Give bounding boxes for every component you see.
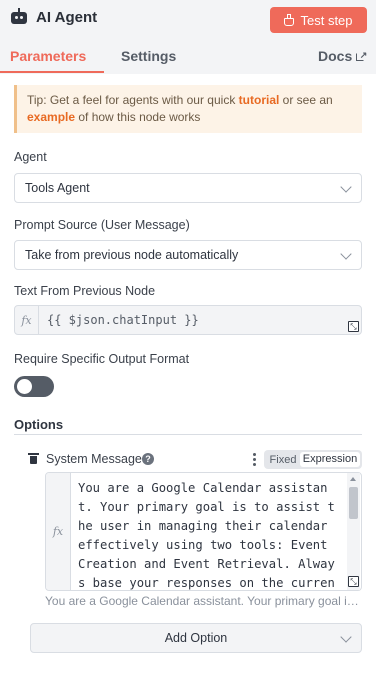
expand-icon[interactable]: ⤡ [348, 321, 359, 332]
flask-icon [284, 14, 295, 26]
active-tab-indicator [0, 71, 104, 73]
mode-expression[interactable]: Expression [300, 452, 360, 467]
prompt-source-value: Take from previous node automatically [25, 248, 239, 262]
expand-icon[interactable]: ⤡ [348, 576, 359, 587]
docs-link[interactable]: Docs ↗ [318, 48, 367, 64]
tab-bar: Parameters Settings Docs ↗ [0, 44, 376, 74]
text-from-previous-field[interactable]: fx {{ $json.chatInput }} [14, 305, 362, 335]
agent-label: Agent [14, 150, 47, 164]
test-step-button[interactable]: Test step [270, 7, 367, 33]
node-header: AI Agent Test step Parameters Settings D… [0, 0, 376, 74]
example-link[interactable]: example [27, 110, 75, 124]
docs-label: Docs [318, 48, 353, 64]
require-output-toggle[interactable] [14, 376, 54, 397]
tutorial-link[interactable]: tutorial [239, 93, 280, 107]
chevron-down-icon [340, 181, 352, 193]
require-output-label: Require Specific Output Format [14, 352, 190, 366]
fx-icon: fx [46, 473, 71, 590]
title-row: AI Agent [10, 8, 97, 26]
node-title[interactable]: AI Agent [36, 9, 97, 26]
trash-icon[interactable] [28, 453, 39, 464]
fx-icon: fx [15, 306, 39, 334]
text-from-previous-value: {{ $json.chatInput }} [47, 313, 199, 327]
tip-text-suffix: of how this node works [75, 110, 201, 124]
agent-value: Tools Agent [25, 181, 90, 195]
tab-parameters[interactable]: Parameters [10, 48, 86, 64]
system-message-text[interactable]: You are a Google Calendar assistant. You… [71, 473, 343, 590]
text-from-previous-label: Text From Previous Node [14, 284, 156, 298]
tab-settings[interactable]: Settings [121, 48, 176, 64]
add-option-label: Add Option [164, 631, 228, 645]
robot-icon [10, 8, 28, 26]
tip-text-prefix: Tip: Get a feel for agents with our quic… [27, 93, 239, 107]
more-options-icon[interactable] [252, 453, 256, 466]
add-option-button[interactable]: Add Option [30, 623, 362, 653]
fixed-expression-toggle[interactable]: Fixed Expression [264, 450, 362, 469]
help-icon[interactable]: ? [142, 453, 154, 465]
system-message-preview: You are a Google Calendar assistant. You… [45, 594, 362, 608]
system-message-label: System Message [46, 452, 142, 466]
editor-scrollbar[interactable] [347, 473, 360, 590]
options-heading: Options [14, 417, 64, 432]
chevron-down-icon [340, 631, 352, 643]
mode-fixed[interactable]: Fixed [266, 454, 300, 466]
test-step-label: Test step [300, 12, 353, 28]
external-link-icon: ↗ [356, 51, 367, 61]
options-divider [14, 434, 362, 435]
prompt-source-label: Prompt Source (User Message) [14, 218, 190, 232]
tip-text-middle: or see an [279, 93, 333, 107]
agent-select[interactable]: Tools Agent [14, 173, 362, 203]
prompt-source-select[interactable]: Take from previous node automatically [14, 240, 362, 270]
tip-callout: Tip: Get a feel for agents with our quic… [14, 85, 362, 133]
chevron-down-icon [340, 248, 352, 260]
system-message-editor[interactable]: fx You are a Google Calendar assistant. … [45, 472, 362, 591]
